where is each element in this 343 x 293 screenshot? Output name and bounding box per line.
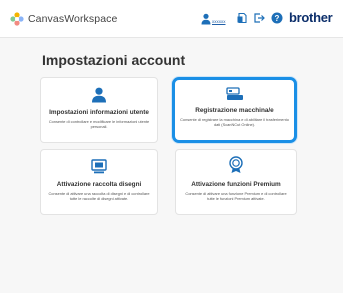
svg-text:?: ?	[275, 14, 280, 23]
card-description: Consente di attivare una funzione Premiu…	[185, 191, 287, 202]
app-header: CanvasWorkspace xxxxxx ? brother	[0, 0, 343, 38]
logout-icon[interactable]	[253, 12, 265, 24]
document-icon[interactable]	[236, 12, 248, 24]
card-description: Consente di registrare la macchina e di …	[180, 117, 289, 128]
user-account-link[interactable]: xxxxxx	[201, 11, 226, 25]
machine-icon	[225, 87, 243, 100]
machine-registration-card[interactable]: Registrazione macchina/e Consente di reg…	[172, 77, 297, 143]
app-name[interactable]: CanvasWorkspace	[28, 13, 117, 25]
brand-logo: brother	[289, 10, 333, 25]
user-icon	[201, 13, 211, 25]
help-icon[interactable]: ?	[271, 12, 283, 24]
pattern-collection-activation-card[interactable]: Attivazione raccolta disegni Consente di…	[40, 149, 158, 215]
user-name[interactable]: xxxxxx	[212, 19, 226, 24]
premium-features-activation-card[interactable]: Attivazione funzioni Premium Consente di…	[175, 149, 297, 215]
user-icon	[92, 87, 106, 103]
app-logo-icon[interactable]	[10, 12, 24, 26]
card-description: Consente di controllare e modificare le …	[48, 119, 150, 130]
premium-badge-icon	[229, 156, 243, 173]
card-title: Registrazione macchina/e	[195, 107, 274, 114]
page-title: Impostazioni account	[42, 52, 186, 68]
card-title: Attivazione funzioni Premium	[191, 181, 281, 188]
card-description: Consente di attivare una raccolta di dis…	[48, 191, 150, 202]
pattern-collection-icon	[91, 159, 107, 174]
card-title: Impostazioni informazioni utente	[49, 109, 149, 116]
card-title: Attivazione raccolta disegni	[56, 181, 142, 188]
user-info-settings-card[interactable]: Impostazioni informazioni utente Consent…	[40, 77, 158, 143]
